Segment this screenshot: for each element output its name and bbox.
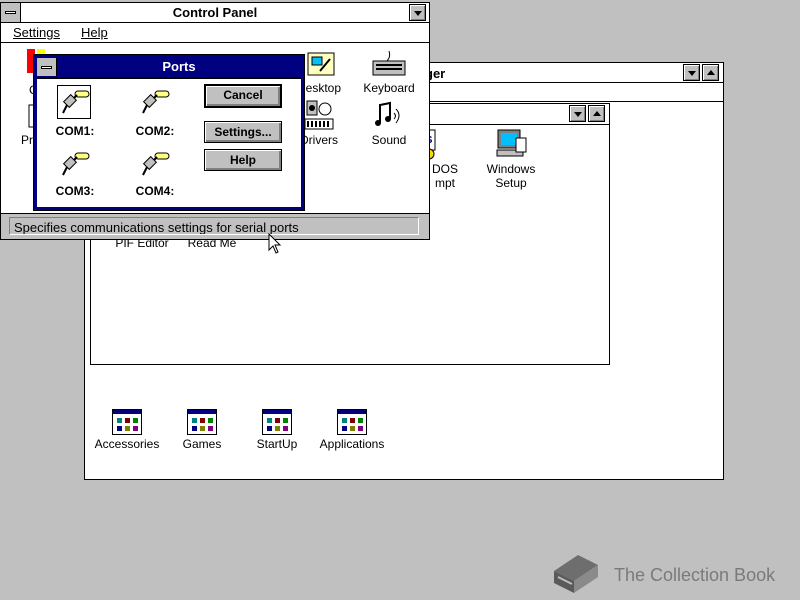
status-text: Specifies communications settings for se… [9,217,419,235]
program-group-icon [262,409,292,435]
control-panel-title: Control Panel [172,5,258,20]
drivers-icon [304,100,334,130]
group-startup[interactable]: StartUp [237,409,317,451]
control-panel-menubar: Settings Help [1,23,429,43]
group-games[interactable]: Games [162,409,242,451]
ports-body: COM1: COM2: COM3: COM4: Cancel Settings.… [37,78,301,207]
program-group-icon [112,409,142,435]
computer-icon [496,129,527,157]
mouse-pointer-icon [268,233,282,254]
keyboard-label: Keyboard [363,81,415,95]
sound-icon [375,101,400,126]
ports-system-menu-button[interactable] [37,58,57,76]
minimize-button[interactable] [683,64,700,81]
group-minimize-button[interactable] [569,105,586,122]
windows-setup-icon[interactable]: Windows Setup [471,128,551,190]
chevron-down-icon [574,112,582,117]
group-maximize-button[interactable] [588,105,605,122]
menu-settings-label: Settings [13,25,60,40]
ports-dialog: Ports COM1: COM2: COM3: COM4: Cancel Set… [33,54,305,211]
maximize-button[interactable] [702,64,719,81]
drivers-label: Drivers [300,133,338,147]
menu-help-label: Help [81,25,108,40]
group-applications-label: Applications [319,437,385,451]
cancel-button[interactable]: Cancel [204,84,282,108]
keyboard-icon [372,50,406,76]
group-accessories-label: Accessories [94,437,160,451]
ports-title: Ports [162,59,196,74]
com1-label[interactable]: COM1: [45,124,105,138]
control-panel-minimize-button[interactable] [409,4,426,21]
settings-button[interactable]: Settings... [204,121,282,143]
program-group-icon [187,409,217,435]
serial-port-icon[interactable] [57,85,93,119]
serial-port-icon[interactable] [137,147,173,181]
watermark-text: The Collection Book [614,565,776,585]
serial-port-icon[interactable] [137,85,173,119]
group-accessories[interactable]: Accessories [87,409,167,451]
com3-label[interactable]: COM3: [45,184,105,198]
sound-applet[interactable]: Sound [349,99,429,147]
system-menu-icon [41,66,52,69]
menu-help[interactable]: Help [81,25,108,40]
desktop-icon [307,52,335,76]
windows-setup-label-line2: Setup [495,176,527,190]
windows-setup-label-line1: Windows [486,162,536,176]
com2-label[interactable]: COM2: [125,124,185,138]
program-group-icon [337,409,367,435]
menu-settings[interactable]: Settings [13,25,60,40]
chevron-down-icon [414,11,422,16]
partial-icon-label-pr[interactable]: Pr [21,133,33,147]
group-games-label: Games [182,437,222,451]
sound-label: Sound [371,133,407,147]
serial-port-icon[interactable] [57,147,93,181]
help-button[interactable]: Help [204,149,282,171]
com4-label[interactable]: COM4: [125,184,185,198]
group-applications[interactable]: Applications [312,409,392,451]
chevron-up-icon [593,111,601,116]
keyboard-applet[interactable]: Keyboard [349,49,429,95]
control-panel-titlebar[interactable]: Control Panel [1,3,429,23]
ports-titlebar[interactable]: Ports [37,58,301,78]
group-startup-label: StartUp [256,437,298,451]
chevron-up-icon [707,70,715,75]
control-panel-statusbar: Specifies communications settings for se… [1,213,429,239]
chevron-down-icon [688,71,696,76]
book-logo-icon [554,555,598,593]
